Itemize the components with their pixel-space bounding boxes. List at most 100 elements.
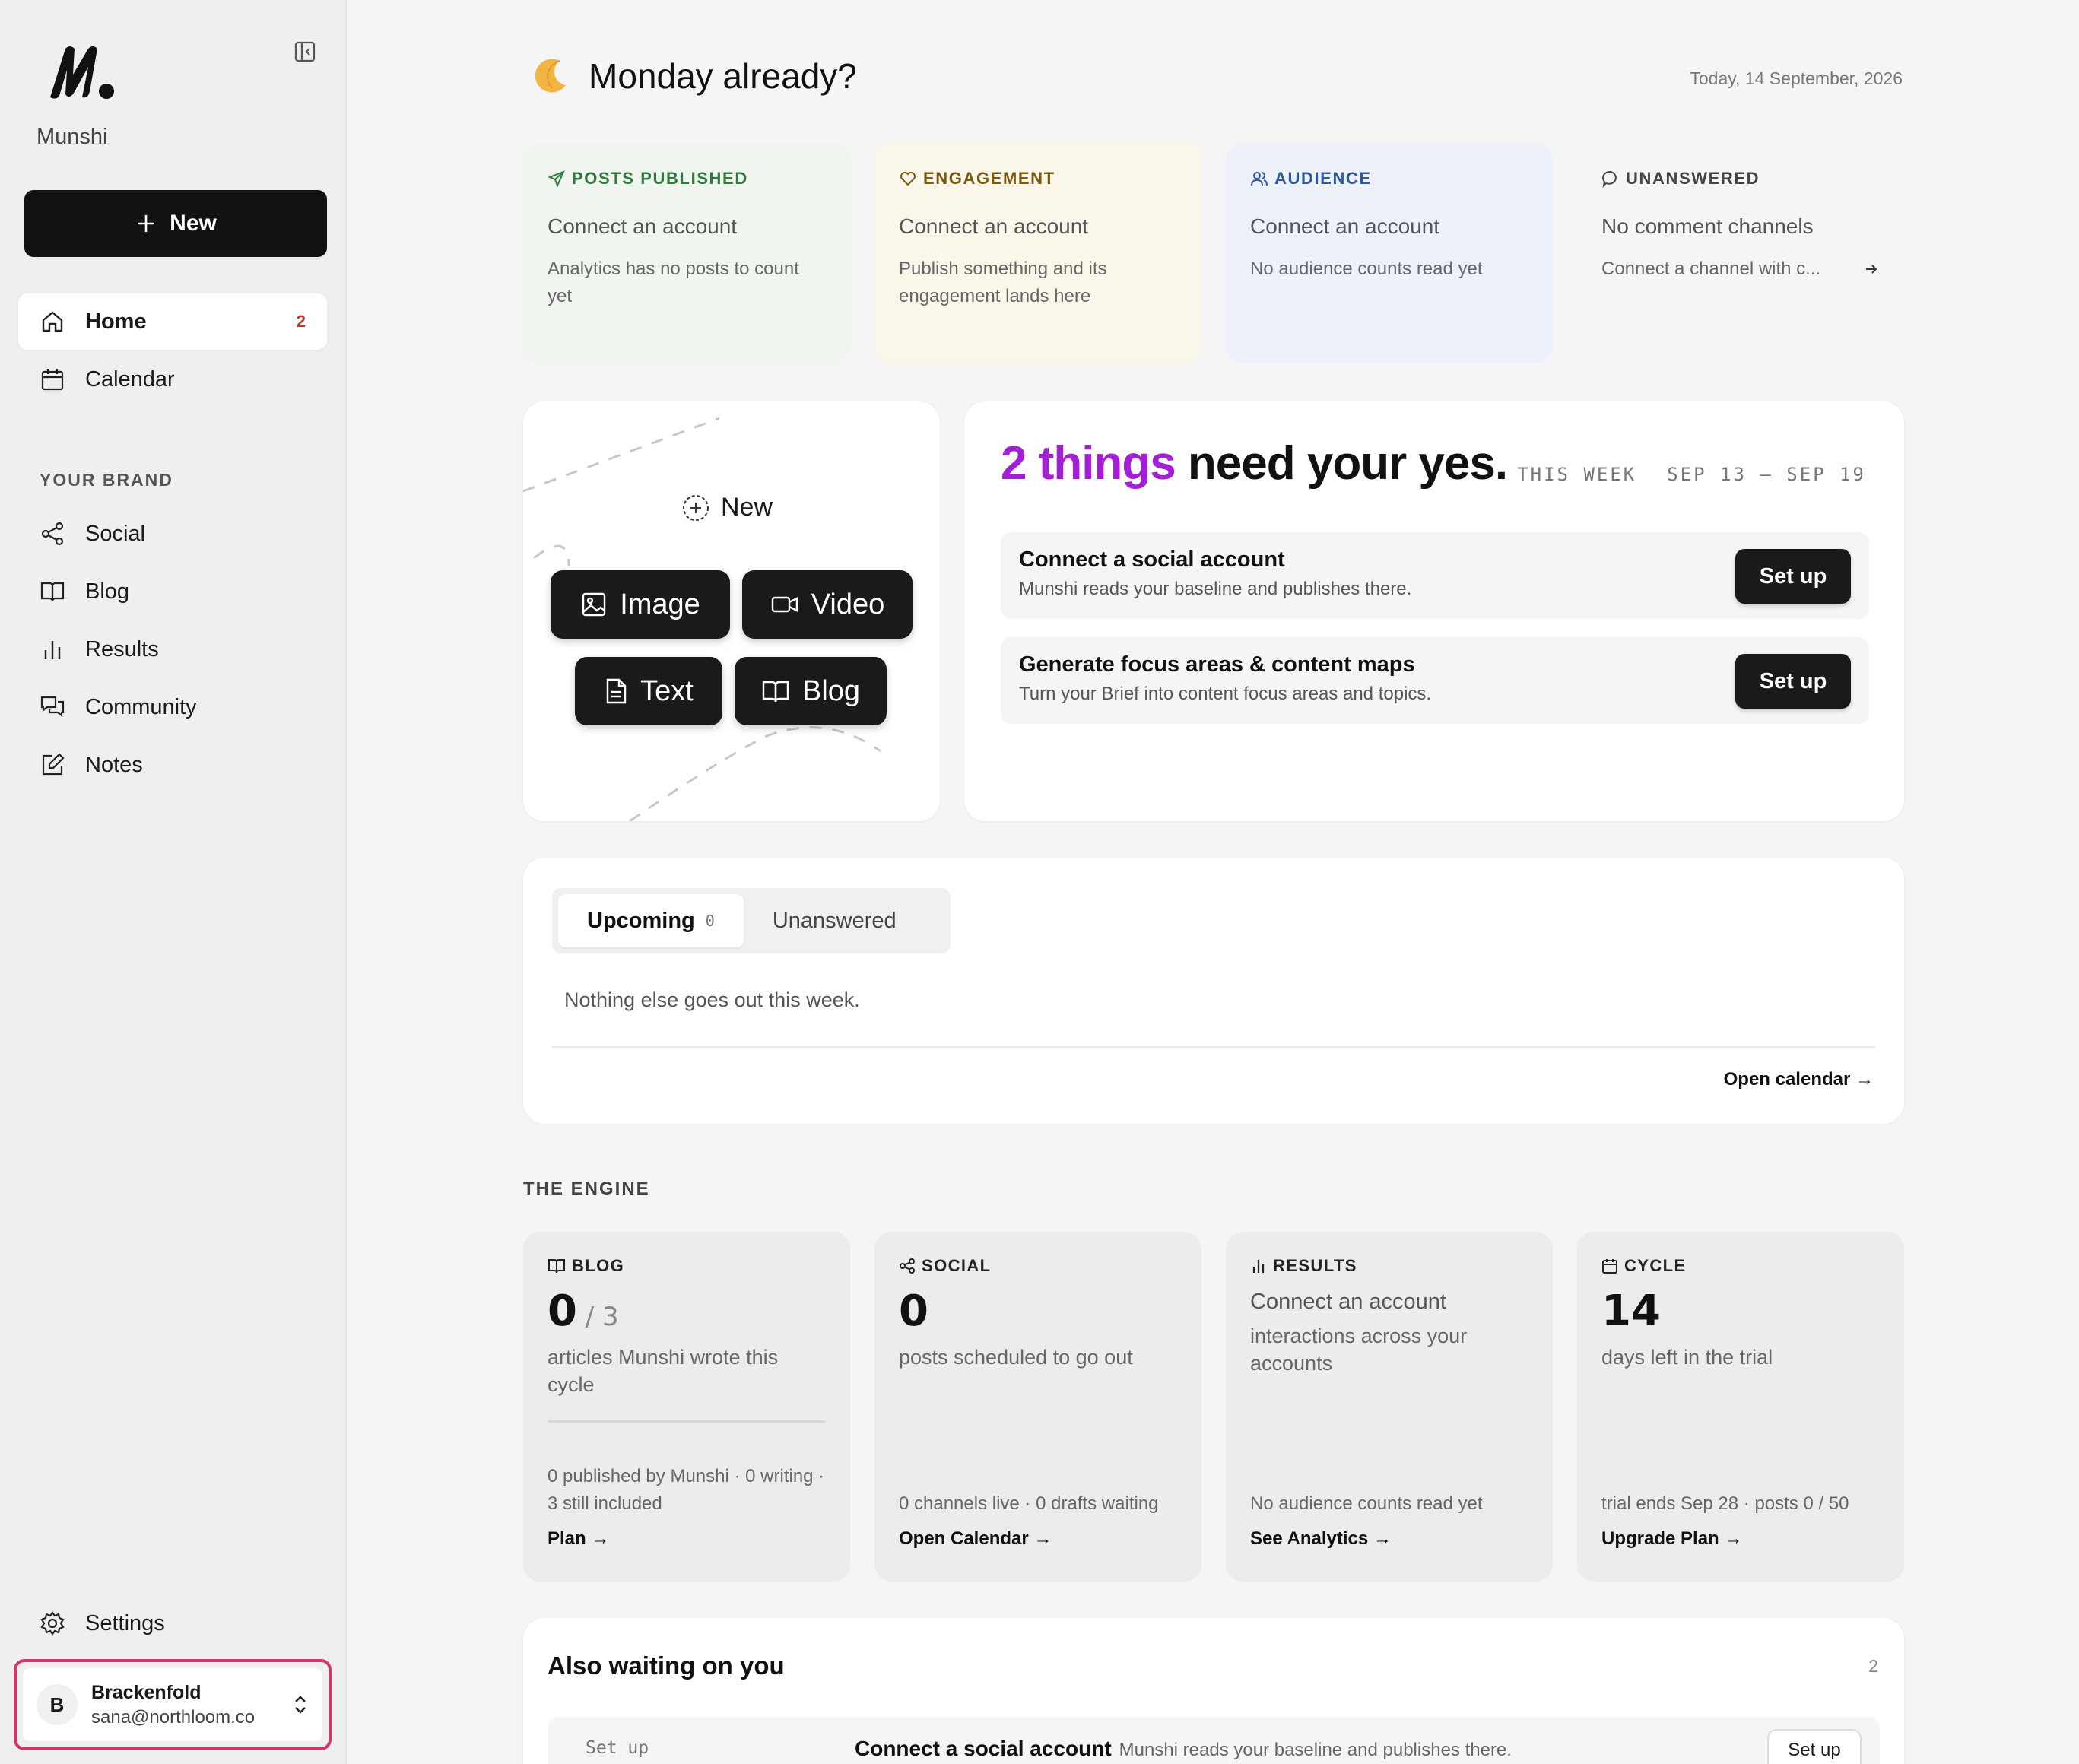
create-new-label: New	[681, 493, 773, 522]
task-desc: Munshi reads your baseline and publishes…	[1019, 579, 1412, 599]
upgrade-plan-link[interactable]: Upgrade Plan →	[1601, 1528, 1742, 1550]
setup-button[interactable]: Set up	[1767, 1729, 1862, 1764]
sidebar-item-settings[interactable]: Settings	[18, 1595, 327, 1651]
book-icon	[548, 1259, 565, 1274]
chevron-up-down-icon[interactable]	[292, 1693, 309, 1716]
tab-upcoming[interactable]: Upcoming 0	[558, 894, 744, 947]
week-range: THIS WEEK SEP 13 – SEP 19	[1517, 464, 1866, 485]
stat-title: Connect an account	[1250, 214, 1440, 238]
setup-button[interactable]: Set up	[1735, 654, 1851, 709]
engine-big-number: 0	[899, 1287, 928, 1336]
engine-label-text: CYCLE	[1624, 1256, 1687, 1275]
stat-card-unanswered[interactable]: UNANSWERED No comment channels Connect a…	[1577, 143, 1904, 363]
account-email: sana@northloom.co	[91, 1706, 256, 1728]
create-text-label: Text	[640, 674, 694, 707]
engine-big-value: 0	[548, 1287, 577, 1336]
sidebar-item-results[interactable]: Results	[18, 621, 327, 677]
open-calendar-link[interactable]: Open Calendar →	[899, 1528, 1052, 1550]
today-date: Today, 14 September, 2026	[1690, 68, 1903, 88]
bar-chart-icon	[44, 641, 61, 659]
sidebar-item-social[interactable]: Social	[18, 506, 327, 562]
stat-card-posts-published[interactable]: POSTS PUBLISHED Connect an account Analy…	[523, 143, 850, 363]
tab-count: 0	[705, 912, 715, 930]
see-analytics-link[interactable]: See Analytics →	[1250, 1528, 1392, 1550]
heart-icon	[900, 172, 916, 186]
setup-button[interactable]: Set up	[1735, 549, 1851, 604]
stat-label-text: POSTS PUBLISHED	[572, 169, 748, 188]
sidebar: Munshi New Home 2 Calendar YOUR BRAND So…	[0, 0, 347, 1764]
sidebar-item-label: Results	[85, 636, 159, 662]
engine-label: SOCIAL	[899, 1256, 1177, 1276]
bar-chart-icon	[1252, 1260, 1265, 1273]
sidebar-item-community[interactable]: Community	[18, 679, 327, 735]
engine-foot: 0 published by Munshi · 0 writing · 3 st…	[548, 1466, 825, 1514]
engine-card-cycle: CYCLE 14 days left in the trial trial en…	[1577, 1232, 1904, 1582]
moon-icon	[535, 59, 566, 93]
sidebar-item-blog[interactable]: Blog	[18, 563, 327, 620]
waiting-text: Connect a social account Munshi reads you…	[855, 1737, 1512, 1761]
stat-desc: Connect a channel with c...	[1601, 259, 1821, 279]
approvals-card: 2 things need your yes. THIS WEEK SEP 13…	[964, 401, 1904, 821]
engine-label: RESULTS	[1250, 1256, 1528, 1276]
engine-label-text: RESULTS	[1273, 1256, 1357, 1275]
tab-label: Unanswered	[772, 908, 897, 933]
engine-foot: trial ends Sep 28 · posts 0 / 50	[1601, 1493, 1849, 1514]
book-icon	[762, 681, 789, 703]
create-text-button[interactable]: Text	[575, 657, 722, 725]
engine-big-total: / 3	[576, 1302, 619, 1332]
engine-label: BLOG	[548, 1256, 826, 1276]
sidebar-item-label: Blog	[85, 579, 130, 604]
stat-title: Connect an account	[899, 214, 1089, 238]
week-label: THIS WEEK	[1517, 464, 1637, 485]
waiting-title: Also waiting on you	[548, 1651, 785, 1680]
create-card: New Image Video Text Blog	[523, 401, 940, 821]
users-icon	[1251, 172, 1268, 186]
stat-label-text: ENGAGEMENT	[923, 169, 1055, 188]
stat-label-text: AUDIENCE	[1274, 169, 1372, 188]
sidebar-item-calendar[interactable]: Calendar	[18, 351, 327, 408]
create-image-button[interactable]: Image	[551, 570, 730, 639]
upcoming-tabs: Upcoming 0 Unanswered	[552, 888, 951, 953]
sidebar-item-notes[interactable]: Notes	[18, 737, 327, 793]
create-video-label: Video	[811, 588, 885, 620]
stat-title: No comment channels	[1601, 214, 1814, 238]
engine-desc: posts scheduled to go out	[899, 1346, 1133, 1369]
document-icon	[606, 678, 627, 704]
engine-label-text: SOCIAL	[922, 1256, 992, 1275]
create-blog-button[interactable]: Blog	[735, 657, 887, 725]
arrow-right-icon[interactable]	[1863, 261, 1880, 278]
chat-bubbles-icon	[40, 696, 65, 718]
engine-label-text: BLOG	[572, 1256, 625, 1275]
calendar-icon	[41, 369, 64, 391]
create-image-label: Image	[620, 588, 700, 620]
task-title: Connect a social account	[1019, 547, 1285, 572]
stat-card-audience[interactable]: AUDIENCE Connect an account No audience …	[1226, 143, 1553, 363]
new-button[interactable]: New	[24, 190, 327, 257]
avatar: B	[37, 1684, 78, 1725]
share-icon	[41, 522, 64, 546]
home-badge: 2	[296, 312, 306, 331]
sidebar-item-home[interactable]: Home 2	[18, 293, 327, 350]
account-card[interactable]: B Brackenfold sana@northloom.co	[23, 1668, 322, 1741]
task-desc: Turn your Brief into content focus areas…	[1019, 684, 1432, 704]
create-video-button[interactable]: Video	[742, 570, 913, 639]
account-switcher[interactable]: B Brackenfold sana@northloom.co	[14, 1659, 332, 1750]
engine-foot: 0 channels live · 0 drafts waiting	[899, 1493, 1159, 1514]
empty-message: Nothing else goes out this week.	[564, 988, 860, 1011]
sidebar-collapse-icon[interactable]	[293, 40, 317, 64]
engine-heading: THE ENGINE	[523, 1179, 650, 1199]
stat-label: UNANSWERED	[1601, 169, 1880, 189]
tab-unanswered[interactable]: Unanswered	[744, 894, 925, 947]
plan-link[interactable]: Plan →	[548, 1528, 609, 1550]
approvals-title-rest: need your yes.	[1175, 437, 1508, 490]
upcoming-card: Upcoming 0 Unanswered Nothing else goes …	[523, 858, 1904, 1124]
calendar-icon	[1602, 1259, 1617, 1274]
stat-label: AUDIENCE	[1250, 169, 1528, 189]
stat-card-engagement[interactable]: ENGAGEMENT Connect an account Publish so…	[874, 143, 1201, 363]
open-calendar-link[interactable]: Open calendar →	[1724, 1069, 1874, 1090]
sidebar-item-label: Calendar	[85, 366, 175, 392]
your-brand-heading: YOUR BRAND	[40, 470, 173, 490]
comment-icon	[1602, 170, 1617, 188]
blog-progress-bar	[548, 1420, 826, 1423]
account-name: Brackenfold	[91, 1681, 202, 1703]
